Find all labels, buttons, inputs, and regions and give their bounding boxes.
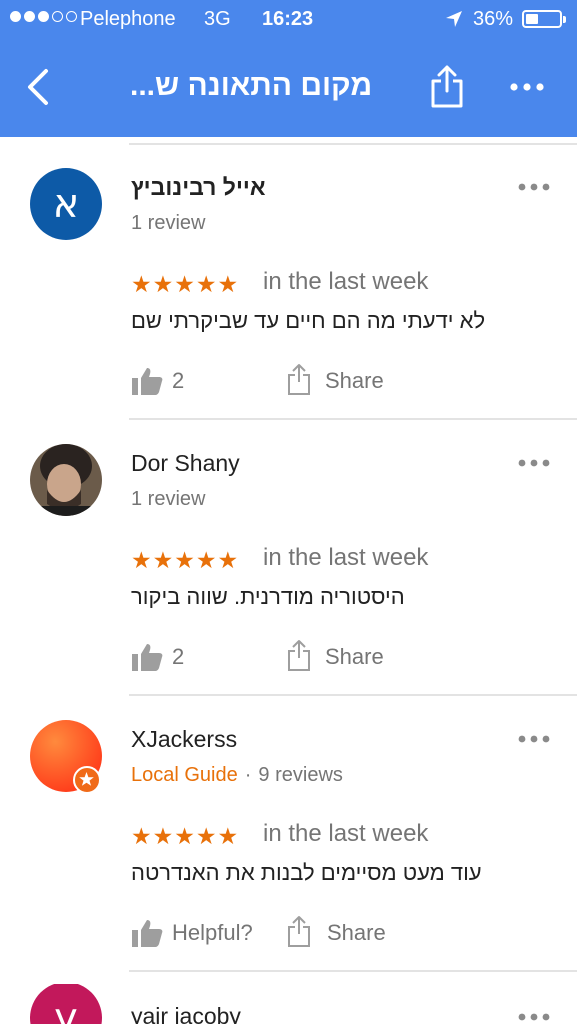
clock: 16:23 — [262, 8, 314, 30]
reviewer-name[interactable]: Dor Shany — [131, 450, 240, 477]
local-guide-badge-icon — [73, 766, 101, 794]
review-item: Dor Shany 1 review ★★★★★ in the last wee… — [0, 444, 577, 720]
review-item: XJackerss Local Guide · 9 reviews ★★★★★ in… — [0, 720, 577, 996]
avatar[interactable]: y — [30, 984, 102, 1024]
status-bar: Pelephone 3G 16:23 36% — [0, 0, 577, 38]
more-options-icon[interactable] — [518, 1012, 550, 1022]
share-icon[interactable] — [288, 639, 310, 671]
review-text: היסטוריה מודרנית. שווה ביקור — [131, 584, 405, 609]
app-bar: מקום התאונה ש... — [0, 38, 577, 137]
local-guide-label: Local Guide — [131, 764, 238, 786]
battery-icon — [522, 10, 566, 28]
review-count: 9 reviews — [258, 764, 343, 786]
profile-photo-icon — [30, 444, 102, 516]
share-button[interactable]: Share — [325, 368, 384, 394]
share-icon[interactable] — [428, 65, 466, 109]
page-title: מקום התאונה ש... — [130, 69, 373, 102]
avatar[interactable]: א — [30, 168, 102, 240]
thumbs-up-icon[interactable] — [131, 366, 163, 396]
signal-strength-icon — [10, 11, 77, 22]
more-options-icon[interactable] — [518, 458, 550, 468]
review-text: עוד מעט מסיימים לבנות את האנדרטה — [131, 860, 482, 885]
thumbs-up-icon[interactable] — [131, 918, 163, 948]
divider — [129, 143, 577, 145]
share-button[interactable]: Share — [325, 644, 384, 670]
star-rating: ★★★★★ — [131, 823, 240, 849]
review-date: in the last week — [263, 544, 429, 571]
reviewer-name[interactable]: אייל רבינוביץ — [131, 174, 266, 201]
thumbs-up-icon[interactable] — [131, 642, 163, 672]
avatar[interactable] — [30, 444, 102, 516]
star-rating: ★★★★★ — [131, 547, 240, 573]
like-count: 2 — [172, 644, 185, 669]
divider — [129, 418, 577, 420]
more-options-icon[interactable] — [508, 78, 546, 96]
back-chevron-icon[interactable] — [22, 66, 58, 108]
review-item: א אייל רבינוביץ 1 review ★★★★★ in the la… — [0, 168, 577, 444]
more-options-icon[interactable] — [518, 182, 550, 192]
reviewer-name[interactable]: XJackerss — [131, 726, 237, 753]
review-count: 1 review — [131, 212, 206, 234]
more-options-icon[interactable] — [518, 734, 550, 744]
carrier-name: Pelephone — [80, 8, 176, 30]
share-button[interactable]: Share — [327, 920, 386, 946]
helpful-button[interactable]: Helpful? — [172, 920, 253, 946]
share-icon[interactable] — [288, 915, 310, 947]
review-date: in the last week — [263, 820, 429, 847]
review-count: 1 review — [131, 488, 206, 510]
divider — [129, 694, 577, 696]
battery-percent: 36% — [473, 8, 514, 30]
review-date: in the last week — [263, 268, 429, 295]
divider — [129, 970, 577, 972]
star-rating: ★★★★★ — [131, 271, 240, 297]
reviewer-name[interactable]: yair jacoby — [131, 1003, 241, 1024]
review-text: לא ידעתי מה הם חיים עד שביקרתי שם — [131, 308, 486, 333]
reviewer-meta: Local Guide · 9 reviews — [131, 764, 343, 786]
location-arrow-icon — [446, 11, 462, 27]
like-count: 2 — [172, 368, 185, 393]
share-icon[interactable] — [288, 363, 310, 395]
network-type: 3G — [204, 8, 231, 30]
review-item: y yair jacoby — [0, 984, 577, 1024]
